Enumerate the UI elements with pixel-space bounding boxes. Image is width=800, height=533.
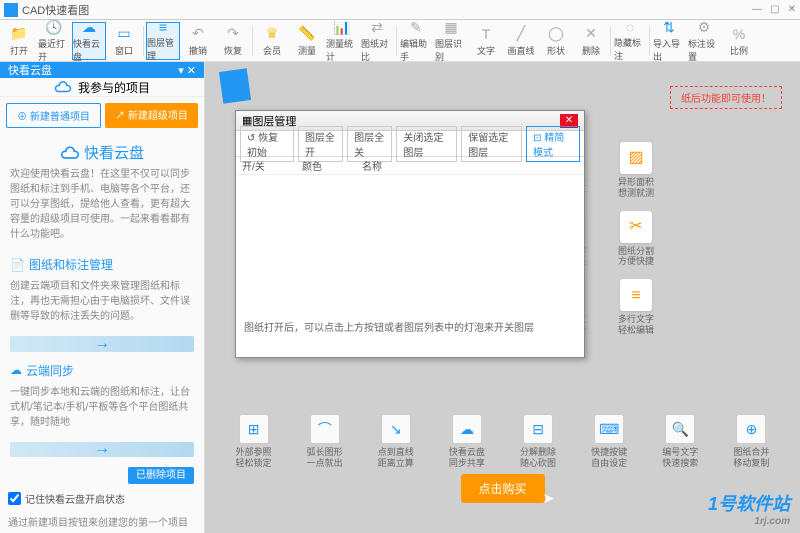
simple-mode-button[interactable]: ⊡ 精简模式: [526, 126, 580, 162]
toolbar-导入导出[interactable]: ⇅导入导出: [652, 22, 686, 60]
dialog-tool[interactable]: ↺ 恢复初始: [240, 126, 294, 162]
deleted-projects-button[interactable]: 已删除项目: [128, 467, 194, 484]
dialog-toolbar: ↺ 恢复初始图层全开图层全关关闭选定图层保留选定图层⊡ 精简模式: [236, 131, 584, 157]
toolbar-图纸对比[interactable]: ⇄图纸对比: [360, 22, 394, 60]
warning-banner: 纸后功能即可使用！: [670, 86, 782, 109]
toolbar-图层管理[interactable]: ≡图层管理: [146, 22, 180, 60]
dialog-tip: 图纸打开后，可以点击上方按钮或者图层列表中的灯泡来开关图层: [236, 315, 584, 338]
sidebar-tab[interactable]: 快看云盘 ▾ ✕: [0, 62, 204, 78]
app-icon: [4, 3, 18, 17]
feature-弧长图形[interactable]: ⌒弧长图形一点就出: [294, 414, 355, 469]
watermark: 1号软件站 1rj.com: [708, 490, 790, 527]
toolbar-画直线[interactable]: ╱画直线: [504, 22, 538, 60]
section-drawings: 📄 图纸和标注管理: [0, 250, 204, 279]
toolbar-测量[interactable]: 📏测量: [290, 22, 324, 60]
restore-button[interactable]: ▢: [770, 4, 779, 15]
feature-外部参照[interactable]: ⊞外部参照轻松锁定: [223, 414, 284, 469]
vip-ribbon: [219, 68, 251, 104]
toolbar-会员[interactable]: ♛会员: [255, 22, 289, 60]
illustration-1: [10, 336, 194, 352]
dialog-tool[interactable]: 关闭选定图层: [396, 126, 457, 162]
title-bar: CAD快速看图 — ▢ ✕: [0, 0, 800, 20]
toolbar-窗口[interactable]: ▭窗口: [107, 22, 141, 60]
toolbar-打开[interactable]: 📁打开: [2, 22, 36, 60]
toolbar-编辑助手[interactable]: ✎编辑助手: [399, 22, 433, 60]
dialog-tool[interactable]: 保留选定图层: [461, 126, 522, 162]
new-normal-project-button[interactable]: ⊕ 新建普通项目: [6, 103, 101, 128]
toolbar-最近打开[interactable]: 🕓最近打开: [37, 22, 71, 60]
sidebar-footer: 通过新建项目按钮来创建您的第一个项目: [0, 510, 204, 533]
new-super-project-button[interactable]: ↗ 新建超级项目: [105, 103, 198, 128]
toolbar-形状[interactable]: ◯形状: [539, 22, 573, 60]
toolbar-比例[interactable]: %比例: [722, 22, 756, 60]
feature-多行文字[interactable]: ≡多行文字轻松编辑: [611, 279, 661, 336]
dialog-body: [236, 175, 584, 315]
feature-编号文字[interactable]: 🔍编号文字快速搜索: [650, 414, 711, 469]
dialog-tool[interactable]: 图层全开: [298, 126, 343, 162]
toolbar-图层识别[interactable]: ▦图层识别: [434, 22, 468, 60]
app-title: CAD快速看图: [22, 2, 89, 18]
layer-dialog: ▦ 图层管理 ✕ ↺ 恢复初始图层全开图层全关关闭选定图层保留选定图层⊡ 精简模…: [235, 110, 585, 358]
feature-点到直线[interactable]: ↘点到直线距离立算: [365, 414, 426, 469]
section-sync-text: 一键同步本地和云端的图纸和标注，让台式机/笔记本/手机/平板等各个平台图纸共享，…: [0, 385, 204, 438]
intro-text: 欢迎使用快看云盘！在这里不仅可以同步图纸和标注到手机、电脑等各个平台，还可以分享…: [0, 167, 204, 250]
sidebar: 快看云盘 ▾ ✕ 我参与的项目 ⊕ 新建普通项目 ↗ 新建超级项目 快看云盘 欢…: [0, 62, 205, 533]
close-button[interactable]: ✕: [788, 4, 796, 15]
feature-分解删除[interactable]: ⊟分解删除随心砍图: [508, 414, 569, 469]
sidebar-title: 我参与的项目: [0, 78, 204, 97]
min-button[interactable]: —: [752, 4, 762, 15]
cursor-icon: ➤: [543, 490, 555, 507]
feature-异形面积[interactable]: ▨异形面积想测就测: [611, 142, 661, 199]
toolbar-快看云盘[interactable]: ☁快看云盘: [72, 22, 106, 60]
toolbar-测量统计[interactable]: 📊测量统计: [325, 22, 359, 60]
feature-快捷按键[interactable]: ⌨快捷按键自由设定: [579, 414, 640, 469]
toolbar-文字[interactable]: T文字: [469, 22, 503, 60]
dialog-tool[interactable]: 图层全关: [347, 126, 392, 162]
buy-button[interactable]: 点击购买: [460, 474, 544, 503]
cloud-logo: 快看云盘: [0, 134, 204, 167]
main-toolbar: 📁打开🕓最近打开☁快看云盘▭窗口≡图层管理↶撤销↷恢复♛会员📏测量📊测量统计⇄图…: [0, 20, 800, 62]
toolbar-恢复[interactable]: ↷恢复: [216, 22, 250, 60]
section-drawings-text: 创建云端项目和文件夹来管理图纸和标注，再也无需担心由于电脑损坏、文件误删等导致的…: [0, 279, 204, 332]
toolbar-隐藏标注[interactable]: ◌隐藏标注: [613, 22, 647, 60]
feature-快看云盘[interactable]: ☁快看云盘同步共享: [436, 414, 497, 469]
toolbar-标注设置[interactable]: ⚙标注设置: [687, 22, 721, 60]
sidebar-close-icon[interactable]: ▾ ✕: [178, 64, 196, 77]
toolbar-撤销[interactable]: ↶撤销: [181, 22, 215, 60]
remember-checkbox[interactable]: 记住快看云盘开启状态: [0, 487, 204, 510]
illustration-2: [10, 442, 194, 458]
toolbar-删除[interactable]: ✕删除: [574, 22, 608, 60]
feature-图纸分割[interactable]: ✂图纸分割方便快捷: [611, 211, 661, 268]
feature-图纸合并[interactable]: ⊕图纸合并移动复制: [721, 414, 782, 469]
section-sync: ☁ 云端同步: [0, 356, 204, 385]
